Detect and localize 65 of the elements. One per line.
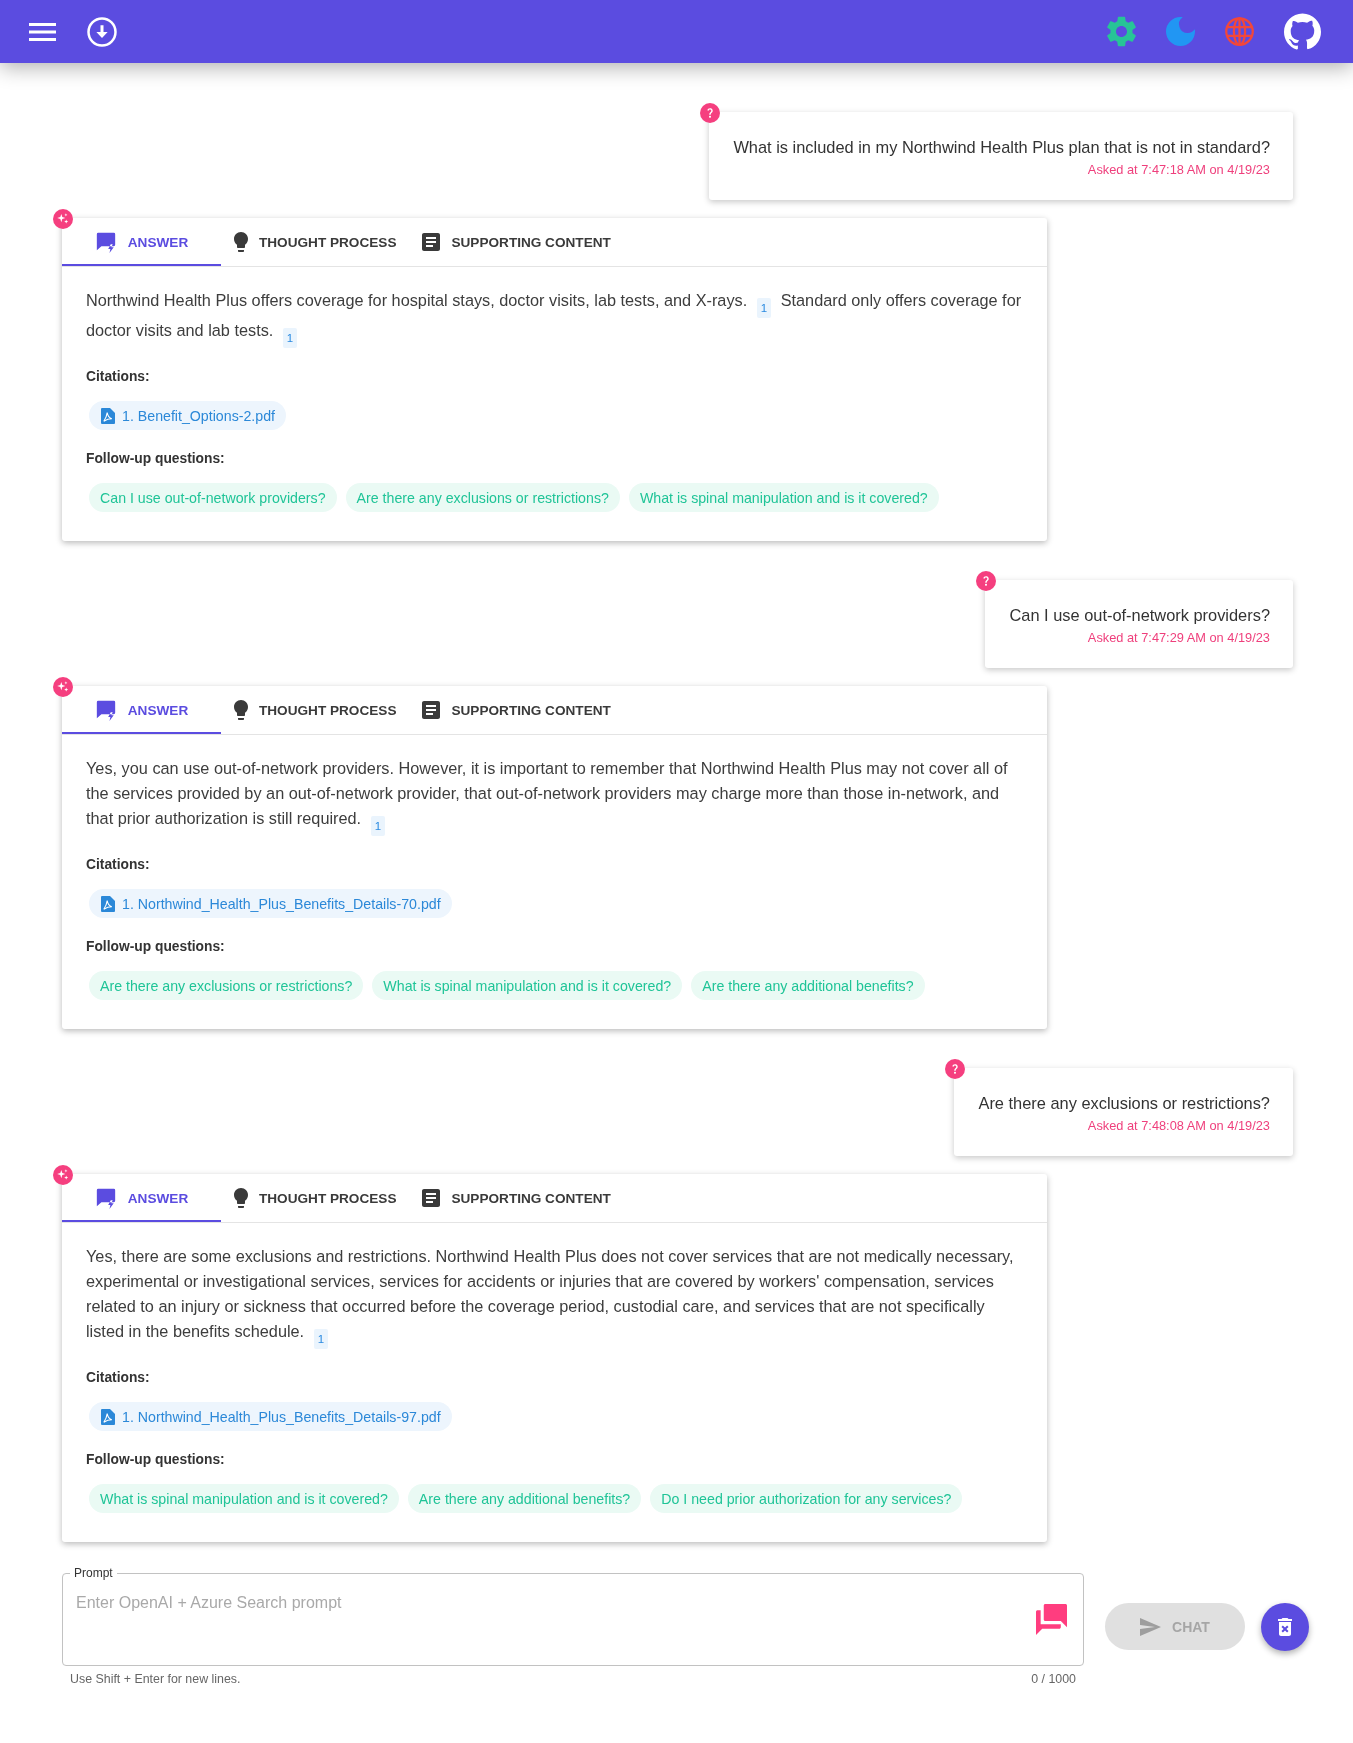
document-icon	[422, 233, 441, 251]
follow-up-question-button[interactable]: Are there any exclusions or restrictions?	[345, 483, 620, 512]
field-label: Prompt	[73, 1566, 114, 1580]
answer-text: Yes, you can use out-of-network providers. However, it is important to remember that Northwind Health Plus may not cover all of the services provided by an out-of-network provider, that out-of-network providers may charge more than those in-network, and that prior authorization is still required. 1	[86, 756, 1023, 836]
citation-ref-link[interactable]: 1	[313, 1329, 329, 1349]
github-icon[interactable]	[1284, 13, 1321, 50]
follow-up-question-button[interactable]: Do I need prior authorization for any services?	[650, 1484, 963, 1513]
citation-ref-link[interactable]: 1	[370, 816, 386, 836]
chat-bubble-icon	[94, 1187, 117, 1209]
follow-up-question-button[interactable]: What is spinal manipulation and is it covered?	[372, 971, 683, 1000]
citation-link[interactable]: 1. Benefit_Options-2.pdf	[89, 401, 286, 430]
follow-up-question-button[interactable]: Are there any additional benefits?	[691, 971, 925, 1000]
character-counter: 0 / 1000	[1031, 1672, 1076, 1687]
citation-ref-link[interactable]: 1	[756, 298, 772, 318]
follow-up-question-button[interactable]: What is spinal manipulation and is it covered?	[89, 1484, 399, 1513]
tab[interactable]: ANSWER	[62, 1174, 221, 1222]
citations-label: Citations:	[86, 857, 150, 873]
helper-text: Use Shift + Enter for new lines.	[70, 1672, 241, 1687]
pdf-file-icon	[101, 1408, 115, 1425]
question-text: Can I use out-of-network providers?	[1009, 605, 1270, 626]
chat-bubble-icon	[94, 699, 117, 721]
tab[interactable]: ANSWER	[62, 686, 221, 734]
pdf-file-icon	[101, 895, 115, 912]
lightbulb-icon	[234, 700, 248, 720]
menu-icon[interactable]	[29, 22, 56, 41]
citation-link[interactable]: 1. Northwind_Health_Plus_Benefits_Details-97.pdf	[89, 1402, 452, 1431]
answer-text: Yes, there are some exclusions and restrictions. Northwind Health Plus does not cover services that are not medically necessary, experimental or investigational services, services for accidents or injuries that are covered by workers' compensation, services related to an injury or sickness that occurred before the coverage period, custodial care, and services that are not specifically listed in the benefits schedule. 1	[86, 1244, 1023, 1349]
tab[interactable]: THOUGHT PROCESS	[221, 218, 410, 266]
question-text: What is included in my Northwind Health Plus plan that is not in standard?	[733, 137, 1270, 158]
settings-icon[interactable]	[1107, 16, 1136, 47]
tab[interactable]: SUPPORTING CONTENT	[409, 218, 624, 266]
follow-up-label: Follow-up questions:	[86, 939, 225, 955]
follow-up-question-button[interactable]: Are there any exclusions or restrictions?	[89, 971, 364, 1000]
asked-time: Asked at 7:48:08 AM on 4/19/23	[1087, 1118, 1270, 1134]
prompt-field[interactable]: Prompt Enter OpenAI + Azure Search prompt	[62, 1566, 1084, 1666]
chat-bubbles-icon	[1035, 1604, 1068, 1635]
download-icon[interactable]	[87, 16, 117, 47]
tab[interactable]: SUPPORTING CONTENT	[409, 1174, 624, 1222]
answer-text: Northwind Health Plus offers coverage for hospital stays, doctor visits, lab tests, and X-rays. 1 Standard only offers coverage for doctor visits and lab tests. 1	[86, 288, 1023, 348]
asked-time: Asked at 7:47:18 AM on 4/19/23	[1087, 162, 1270, 178]
prompt-input[interactable]: Enter OpenAI + Azure Search prompt	[63, 1580, 1027, 1634]
send-icon	[1140, 1617, 1162, 1636]
pdf-file-icon	[101, 407, 115, 424]
lightbulb-icon	[234, 1188, 248, 1208]
tab[interactable]: SUPPORTING CONTENT	[409, 686, 624, 734]
document-icon	[422, 1189, 441, 1207]
citation-link[interactable]: 1. Northwind_Health_Plus_Benefits_Details-70.pdf	[89, 889, 452, 918]
citation-ref-link[interactable]: 1	[282, 328, 298, 348]
document-icon	[422, 701, 441, 719]
follow-up-question-button[interactable]: Can I use out-of-network providers?	[89, 483, 337, 512]
question-text: Are there any exclusions or restrictions?	[978, 1093, 1270, 1114]
tab[interactable]: THOUGHT PROCESS	[221, 686, 410, 734]
chat-bubble-icon	[94, 231, 117, 253]
follow-up-question-button[interactable]: Are there any additional benefits?	[407, 1484, 642, 1513]
asked-time: Asked at 7:47:29 AM on 4/19/23	[1087, 630, 1270, 646]
clear-chat-button[interactable]	[1261, 1602, 1309, 1651]
follow-up-label: Follow-up questions:	[86, 1452, 225, 1468]
lightbulb-icon	[234, 232, 248, 252]
follow-up-label: Follow-up questions:	[86, 451, 225, 467]
follow-up-question-button[interactable]: What is spinal manipulation and is it covered?	[628, 483, 939, 512]
trash-icon	[1278, 1617, 1292, 1636]
tab[interactable]: THOUGHT PROCESS	[221, 1174, 410, 1222]
tab[interactable]: ANSWER	[62, 218, 221, 266]
citations-label: Citations:	[86, 1370, 150, 1386]
citations-label: Citations:	[86, 369, 150, 385]
